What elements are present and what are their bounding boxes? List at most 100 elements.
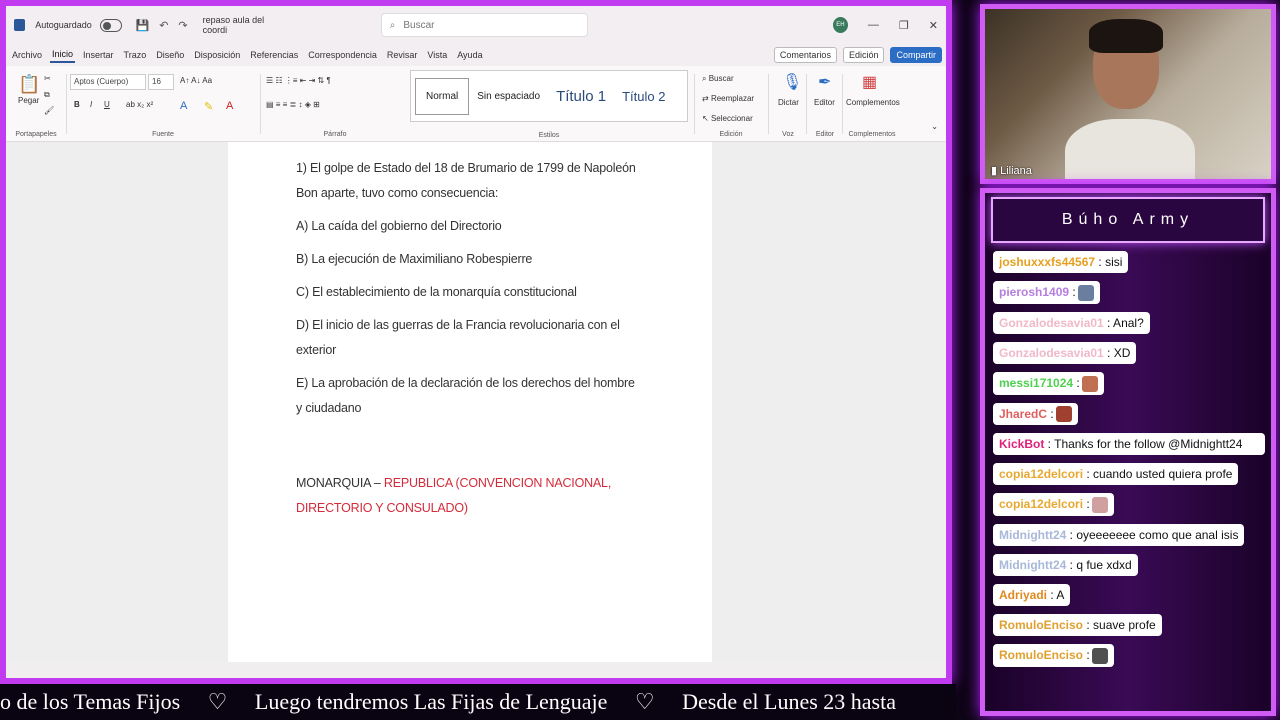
copy-icon[interactable]: ⧉: [44, 90, 50, 100]
styles-gallery: Normal Sin espaciado Título 1 Título 2: [410, 70, 688, 122]
chat-username[interactable]: Gonzalodesavia01: [999, 346, 1104, 360]
chat-username[interactable]: Midnightt24: [999, 558, 1066, 572]
tab-disposicion[interactable]: Disposición: [192, 48, 242, 62]
cut-icon[interactable]: ✂: [44, 74, 51, 83]
comments-button[interactable]: Comentarios: [773, 47, 837, 63]
tab-vista[interactable]: Vista: [425, 48, 449, 62]
font-size-select[interactable]: 16: [148, 74, 174, 90]
chat-text: : A: [1047, 588, 1065, 603]
autosave-toggle[interactable]: [99, 18, 123, 32]
strikethrough-icon[interactable]: ab x₂ x²: [126, 100, 153, 109]
chat-username[interactable]: Adriyadi: [999, 588, 1047, 602]
font-color-icon[interactable]: A: [226, 100, 233, 112]
answer-black: MONARQUIA –: [296, 476, 384, 490]
bullets-icon[interactable]: ☰ ☷ ⋮≡ ⇤ ⇥ ⇅ ¶: [266, 76, 331, 85]
edit-mode-button[interactable]: Edición: [842, 47, 885, 63]
clipboard-group: 📋 Pegar ✂ ⧉ 🖌 Portapapeles: [10, 70, 62, 140]
text-effects-icon[interactable]: A: [180, 100, 187, 112]
grow-font-icon[interactable]: A↑ A↓ Aa: [180, 76, 212, 85]
share-button[interactable]: Compartir: [890, 47, 942, 63]
highlight-icon[interactable]: ✎: [204, 100, 213, 113]
chat-text: :: [1083, 648, 1090, 663]
style-no-spacing[interactable]: Sin espaciado: [469, 91, 548, 102]
chat-username[interactable]: copia12delcori: [999, 497, 1083, 511]
chat-username[interactable]: RomuloEnciso: [999, 618, 1083, 632]
font-name-select[interactable]: Aptos (Cuerpo): [70, 74, 146, 90]
chat-username[interactable]: Midnightt24: [999, 528, 1066, 542]
editor-group-label: Editor: [815, 131, 835, 138]
autosave-label: Autoguardado: [35, 20, 92, 30]
ribbon-collapse-icon[interactable]: ⌄: [931, 122, 938, 131]
editing-group: ⌕ Buscar ⇄ Reemplazar ↖ Seleccionar Edic…: [698, 70, 764, 140]
italic-icon[interactable]: I: [90, 100, 92, 109]
document-page[interactable]: 1) El golpe de Estado del 18 de Brumario…: [228, 142, 712, 678]
chat-username[interactable]: JharedC: [999, 407, 1047, 421]
avatar[interactable]: EH: [832, 17, 848, 33]
chat-panel: Búho Army joshuxxxfs44567 : sisi pierosh1…: [980, 188, 1276, 716]
undo-icon[interactable]: ↶: [159, 19, 168, 32]
find-icon: ⌕: [702, 74, 709, 83]
chat-username[interactable]: messi171024: [999, 376, 1073, 390]
addins-button[interactable]: Complementos: [846, 98, 900, 107]
tab-archivo[interactable]: Archivo: [10, 48, 44, 62]
document-name[interactable]: repaso aula del coordi: [203, 15, 286, 35]
chat-username[interactable]: KickBot: [999, 437, 1044, 451]
tab-revisar[interactable]: Revisar: [385, 48, 420, 62]
chat-username[interactable]: RomuloEnciso: [999, 648, 1083, 662]
styles-group-label: Estilos: [538, 132, 560, 139]
tab-inicio[interactable]: Inicio: [50, 47, 76, 63]
chat-text: : sisi: [1095, 255, 1123, 269]
status-bar: [6, 662, 946, 678]
tab-referencias[interactable]: Referencias: [248, 48, 300, 62]
style-title1[interactable]: Título 1: [548, 88, 614, 105]
webcam-label: ▮ Liliana: [991, 164, 1032, 177]
chat-username[interactable]: pierosh1409: [999, 285, 1069, 299]
microphone-icon[interactable]: 🎙: [782, 72, 802, 92]
title-bar: Autoguardado 💾 ↶ ↷ repaso aula del coord…: [6, 6, 946, 44]
addins-icon[interactable]: ▦: [862, 72, 877, 92]
tab-diseno[interactable]: Diseño: [154, 48, 186, 62]
format-painter-icon[interactable]: 🖌: [44, 106, 54, 115]
replace-button[interactable]: ⇄ Reemplazar: [702, 94, 754, 103]
find-button[interactable]: ⌕ Buscar: [702, 74, 734, 84]
tab-ayuda[interactable]: Ayuda: [455, 48, 484, 62]
tab-correspondencia[interactable]: Correspondencia: [306, 48, 379, 62]
chat-list: joshuxxxfs44567 : sisi pierosh1409 : Gonza…: [985, 243, 1271, 675]
underline-icon[interactable]: U: [104, 100, 110, 109]
redo-icon[interactable]: ↷: [178, 19, 187, 32]
chat-username[interactable]: Gonzalodesavia01: [999, 316, 1104, 330]
paste-icon[interactable]: 📋: [18, 74, 40, 95]
select-label: Seleccionar: [710, 114, 753, 123]
minimize-icon[interactable]: —: [868, 19, 879, 31]
replace-label: Reemplazar: [710, 94, 755, 103]
chat-message: RomuloEnciso :: [993, 644, 1114, 668]
word-logo-icon: [14, 19, 26, 31]
chat-text: :: [1073, 375, 1080, 390]
paste-button[interactable]: Pegar: [18, 96, 39, 105]
align-left-icon[interactable]: ▤ ≡ ≡ ≣ ↕ ◈ ⊞: [266, 100, 320, 109]
emote-icon: [1077, 284, 1094, 301]
chat-username[interactable]: joshuxxxfs44567: [999, 255, 1095, 269]
chat-text: : XD: [1103, 345, 1131, 360]
tab-trazo[interactable]: Trazo: [122, 48, 149, 62]
chat-message: joshuxxxfs44567 : sisi: [993, 251, 1129, 273]
style-title2[interactable]: Título 2: [614, 89, 673, 104]
search-input[interactable]: ⌕ Buscar: [380, 13, 588, 37]
bold-icon[interactable]: B: [74, 100, 80, 109]
tab-insertar[interactable]: Insertar: [81, 48, 116, 62]
select-icon: ↖: [702, 114, 711, 123]
editor-icon[interactable]: ✒: [818, 72, 831, 92]
option-a: A) La caída del gobierno del Directorio: [296, 219, 502, 233]
select-button[interactable]: ↖ Seleccionar: [702, 114, 753, 123]
save-icon[interactable]: 💾: [135, 19, 149, 32]
chat-message: Midnightt24 : oyeeeeeee como que anal is…: [993, 524, 1245, 547]
chat-message: pierosh1409 :: [993, 281, 1100, 304]
chat-username[interactable]: copia12delcori: [999, 467, 1083, 481]
editor-button[interactable]: Editor: [814, 98, 835, 107]
restore-icon[interactable]: ❐: [899, 19, 909, 32]
close-icon[interactable]: ✕: [929, 19, 938, 32]
style-normal[interactable]: Normal: [415, 77, 470, 115]
search-placeholder: Buscar: [403, 19, 435, 31]
chat-text: :: [1047, 406, 1054, 421]
dictate-button[interactable]: Dictar: [778, 98, 799, 107]
